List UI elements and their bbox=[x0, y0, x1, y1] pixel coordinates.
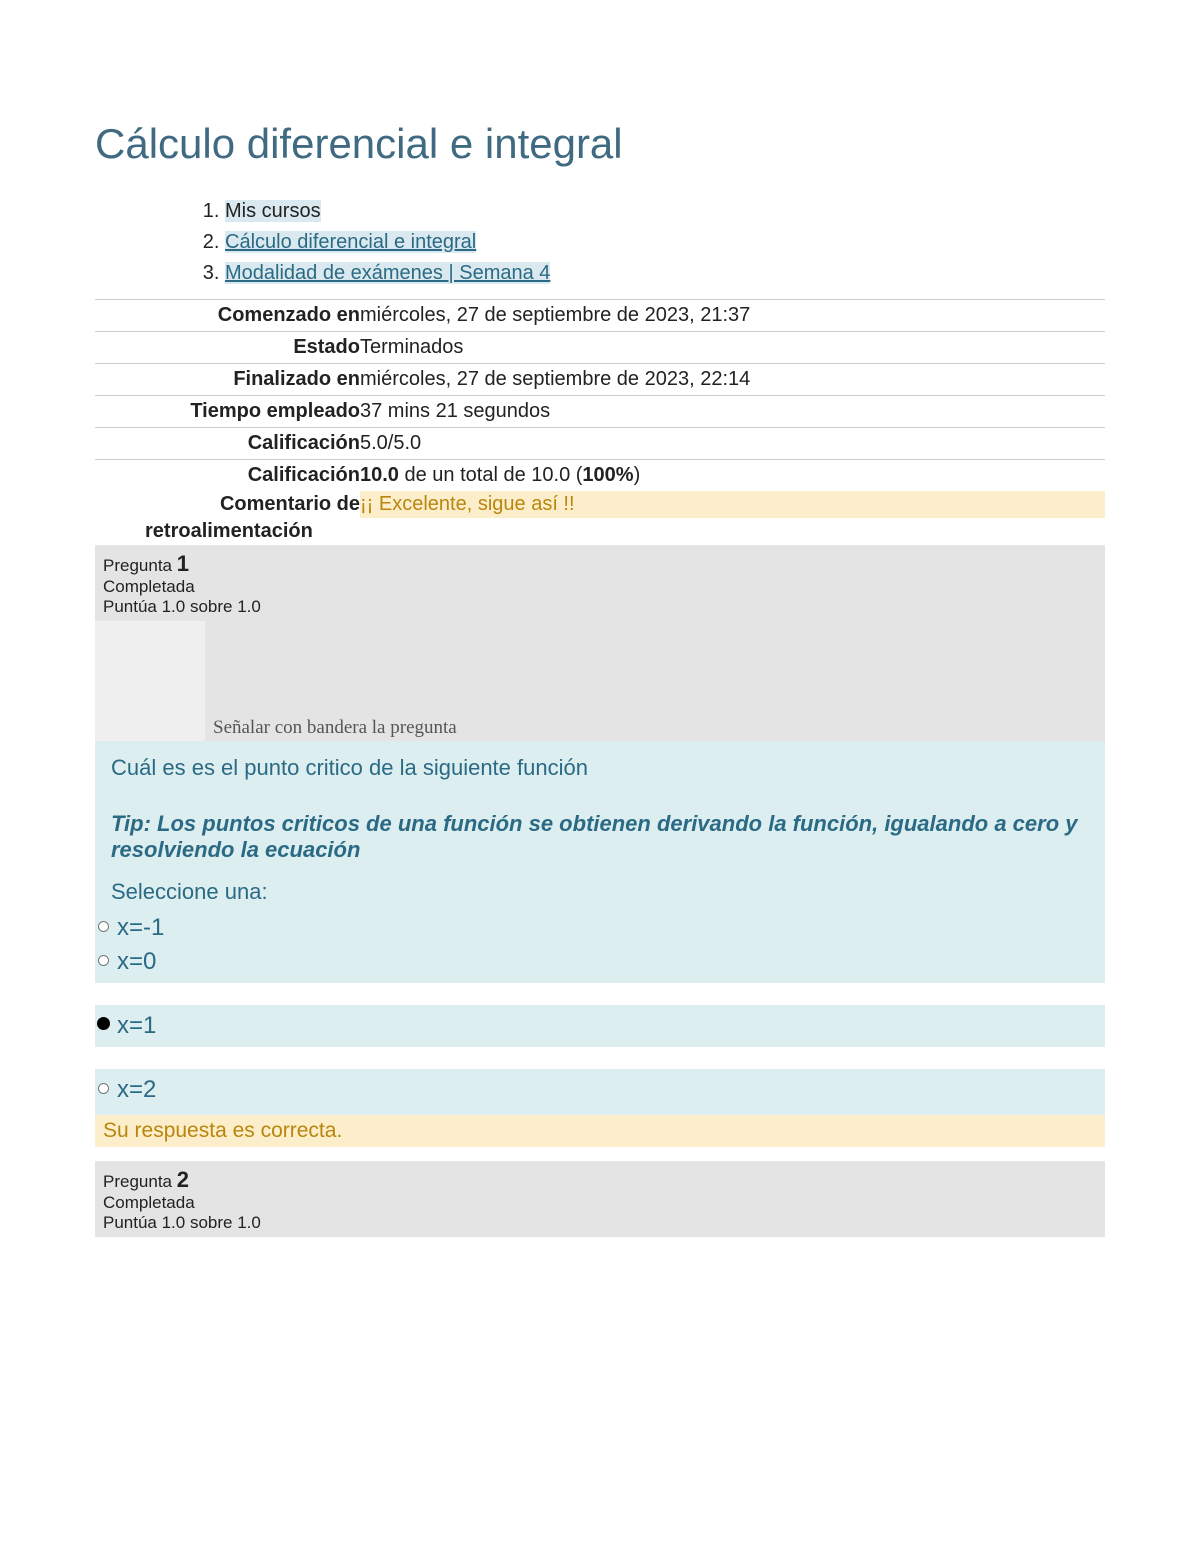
summary-value: miércoles, 27 de septiembre de 2023, 22:… bbox=[360, 366, 1105, 393]
attempt-summary: Comenzado en miércoles, 27 de septiembre… bbox=[95, 299, 1105, 545]
question-number-line: Pregunta 2 bbox=[103, 1167, 1097, 1193]
summary-row-finished: Finalizado en miércoles, 27 de septiembr… bbox=[95, 364, 1105, 396]
summary-row-time: Tiempo empleado 37 mins 21 segundos bbox=[95, 396, 1105, 428]
grade-mid: de un total de 10.0 ( bbox=[399, 464, 582, 486]
option-gap bbox=[79, 983, 1105, 1005]
flag-area: Señalar con bandera la pregunta bbox=[95, 621, 1105, 741]
option-row[interactable]: x=-1 bbox=[95, 911, 1089, 945]
option-label: x=2 bbox=[111, 1076, 156, 1104]
option-label: x=0 bbox=[111, 948, 156, 976]
summary-value: 5.0/5.0 bbox=[360, 430, 1105, 457]
summary-value: 10.0 de un total de 10.0 (100%) bbox=[360, 462, 1105, 489]
radio-icon[interactable] bbox=[95, 919, 111, 937]
summary-row-started: Comenzado en miércoles, 27 de septiembre… bbox=[95, 300, 1105, 332]
option-row[interactable]: x=0 bbox=[95, 945, 1089, 979]
question-body-1: Cuál es es el punto critico de la siguie… bbox=[95, 741, 1105, 1115]
question-number: 2 bbox=[177, 1167, 189, 1192]
option-gap bbox=[79, 1047, 1105, 1069]
option-row[interactable]: x=2 bbox=[95, 1073, 1089, 1107]
flag-question-link[interactable]: Señalar con bandera la pregunta bbox=[205, 717, 457, 741]
grade-pct: 100% bbox=[582, 464, 633, 486]
breadcrumb: Mis cursos Cálculo diferencial e integra… bbox=[225, 196, 1105, 289]
summary-value: miércoles, 27 de septiembre de 2023, 21:… bbox=[360, 302, 1105, 329]
breadcrumb-item: Modalidad de exámenes | Semana 4 bbox=[225, 258, 1105, 289]
summary-label: Calificación bbox=[95, 430, 360, 457]
summary-label: Tiempo empleado bbox=[95, 398, 360, 425]
feedback-label-cont: retroalimentación bbox=[95, 518, 360, 545]
summary-row-feedback: Comentario de ¡¡ Excelente, sigue así !! bbox=[95, 491, 1105, 518]
breadcrumb-link-course[interactable]: Cálculo diferencial e integral bbox=[225, 231, 476, 253]
summary-label: Comenzado en bbox=[95, 302, 360, 329]
question-header-1: Pregunta 1 Completada Puntúa 1.0 sobre 1… bbox=[95, 545, 1105, 621]
radio-icon[interactable] bbox=[95, 1081, 111, 1099]
flag-icon-placeholder bbox=[95, 621, 205, 741]
question-score: Puntúa 1.0 sobre 1.0 bbox=[103, 597, 1097, 621]
summary-row-state: Estado Terminados bbox=[95, 332, 1105, 364]
summary-row-grade1: Calificación 5.0/5.0 bbox=[95, 428, 1105, 460]
question-prefix: Pregunta bbox=[103, 556, 177, 575]
summary-label: Calificación bbox=[95, 462, 360, 489]
radio-icon[interactable] bbox=[95, 953, 111, 971]
answer-feedback: Su respuesta es correcta. bbox=[95, 1115, 1105, 1147]
summary-label: Estado bbox=[95, 334, 360, 361]
question-prefix: Pregunta bbox=[103, 1172, 177, 1191]
grade-suffix: ) bbox=[634, 464, 641, 486]
question-tip: Tip: Los puntos criticos de una función … bbox=[111, 811, 1089, 863]
feedback-label: Comentario de bbox=[95, 491, 360, 518]
radio-icon-selected[interactable] bbox=[95, 1017, 111, 1035]
summary-label: Finalizado en bbox=[95, 366, 360, 393]
question-header-2: Pregunta 2 Completada Puntúa 1.0 sobre 1… bbox=[95, 1161, 1105, 1237]
breadcrumb-item: Cálculo diferencial e integral bbox=[225, 227, 1105, 258]
question-state: Completada bbox=[103, 1193, 1097, 1213]
breadcrumb-label: Mis cursos bbox=[225, 200, 321, 222]
option-row-selected[interactable]: x=1 bbox=[95, 1009, 1089, 1043]
summary-row-grade2: Calificación 10.0 de un total de 10.0 (1… bbox=[95, 460, 1105, 491]
grade-score: 10.0 bbox=[360, 464, 399, 486]
question-number: 1 bbox=[177, 551, 189, 576]
option-label: x=-1 bbox=[111, 914, 164, 942]
question-number-line: Pregunta 1 bbox=[103, 551, 1097, 577]
options-list: x=-1 x=0 x=1 x=2 bbox=[95, 911, 1089, 1107]
summary-value: 37 mins 21 segundos bbox=[360, 398, 1105, 425]
question-score: Puntúa 1.0 sobre 1.0 bbox=[103, 1213, 1097, 1237]
summary-row-feedback2: retroalimentación bbox=[95, 518, 1105, 545]
option-label: x=1 bbox=[111, 1012, 156, 1040]
page-title: Cálculo diferencial e integral bbox=[95, 120, 1105, 168]
summary-value: Terminados bbox=[360, 334, 1105, 361]
question-select-prompt: Seleccione una: bbox=[111, 879, 1089, 905]
feedback-value: ¡¡ Excelente, sigue así !! bbox=[360, 491, 1105, 518]
breadcrumb-link-week[interactable]: Modalidad de exámenes | Semana 4 bbox=[225, 262, 550, 284]
question-text: Cuál es es el punto critico de la siguie… bbox=[111, 755, 1089, 781]
question-state: Completada bbox=[103, 577, 1097, 597]
breadcrumb-item: Mis cursos bbox=[225, 196, 1105, 227]
